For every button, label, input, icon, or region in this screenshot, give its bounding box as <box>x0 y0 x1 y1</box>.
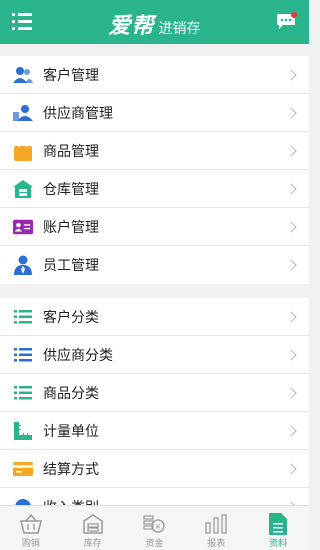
chevron-right-icon <box>285 144 297 157</box>
tab-label: 库存 <box>83 539 102 549</box>
list-icon <box>13 345 33 365</box>
goods-bag-icon <box>13 141 33 161</box>
list-item-label: 仓库管理 <box>43 181 99 198</box>
bar-chart-icon <box>185 512 247 536</box>
account-card-icon <box>13 217 33 237</box>
chevron-right-icon <box>285 259 297 271</box>
list-item-payment-method[interactable]: 结算方式 <box>0 450 309 488</box>
list-item-label: 计量单位 <box>43 423 99 440</box>
payment-card-icon <box>13 459 33 479</box>
basic-data-list: 客户分类 供应商分类 商品分类 计量单位 结算方式 收入类别 <box>0 298 309 526</box>
chevron-right-icon <box>285 424 297 437</box>
basket-icon <box>0 512 62 536</box>
list-item-supplier[interactable]: 供应商管理 <box>0 94 309 132</box>
chevron-right-icon <box>285 348 297 361</box>
tab-inventory[interactable]: 库存 <box>62 506 124 550</box>
app-subtitle: 进销存 <box>158 21 201 37</box>
employee-icon <box>13 255 33 275</box>
chevron-right-icon <box>285 68 297 81</box>
list-item-label: 供应商管理 <box>43 105 113 122</box>
list-item-label: 员工管理 <box>43 258 99 274</box>
app-title: 爱帮 进销存 <box>0 8 309 40</box>
list-icon <box>13 383 33 403</box>
brand-logo-text: 爱帮 <box>108 14 155 39</box>
list-item-goods[interactable]: 商品管理 <box>0 132 309 170</box>
storage-icon <box>62 512 124 536</box>
bottom-tab-bar: 购销 库存 ¥ 资金 报表 资料 <box>0 505 309 550</box>
tab-reports[interactable]: 报表 <box>185 506 247 550</box>
tab-funds[interactable]: ¥ 资金 <box>124 506 186 550</box>
list-icon <box>13 307 33 327</box>
message-icon[interactable] <box>275 12 297 30</box>
chevron-right-icon <box>285 106 297 119</box>
list-item-account[interactable]: 账户管理 <box>0 208 309 246</box>
tab-data[interactable]: 资料 <box>247 506 309 550</box>
list-item-employee[interactable]: 员工管理 <box>0 246 309 284</box>
chevron-right-icon <box>285 182 297 195</box>
supplier-icon <box>13 103 33 123</box>
customer-icon <box>13 65 33 85</box>
tab-label: 购销 <box>21 539 40 549</box>
chevron-right-icon <box>285 310 297 323</box>
list-item-warehouse[interactable]: 仓库管理 <box>0 170 309 208</box>
list-item-label: 账户管理 <box>43 219 99 236</box>
list-item-label: 客户分类 <box>43 309 99 326</box>
document-icon <box>247 512 309 536</box>
app-header: 爱帮 进销存 <box>0 0 309 44</box>
chevron-right-icon <box>285 386 297 399</box>
warehouse-icon <box>13 179 33 199</box>
tab-purchase-sales[interactable]: 购销 <box>0 506 62 550</box>
list-item-label: 商品分类 <box>43 385 99 402</box>
tab-label: 资料 <box>269 539 288 549</box>
list-item-label: 客户管理 <box>43 67 99 84</box>
list-item-customer[interactable]: 客户管理 <box>0 56 309 94</box>
chevron-right-icon <box>285 220 297 233</box>
list-item-unit[interactable]: 计量单位 <box>0 412 309 450</box>
management-list: 客户管理 供应商管理 商品管理 仓库管理 账户管理 员工管理 <box>0 56 309 284</box>
coins-icon: ¥ <box>124 512 186 536</box>
ruler-icon <box>13 421 33 441</box>
svg-text:¥: ¥ <box>156 523 161 531</box>
tab-label: 资金 <box>145 539 164 549</box>
list-item-customer-category[interactable]: 客户分类 <box>0 298 309 336</box>
list-item-goods-category[interactable]: 商品分类 <box>0 374 309 412</box>
list-item-supplier-category[interactable]: 供应商分类 <box>0 336 309 374</box>
tab-label: 报表 <box>207 539 226 549</box>
chevron-right-icon <box>285 462 297 475</box>
list-item-label: 结算方式 <box>43 461 99 478</box>
list-item-label: 供应商分类 <box>43 347 113 364</box>
list-item-label: 商品管理 <box>43 143 99 160</box>
